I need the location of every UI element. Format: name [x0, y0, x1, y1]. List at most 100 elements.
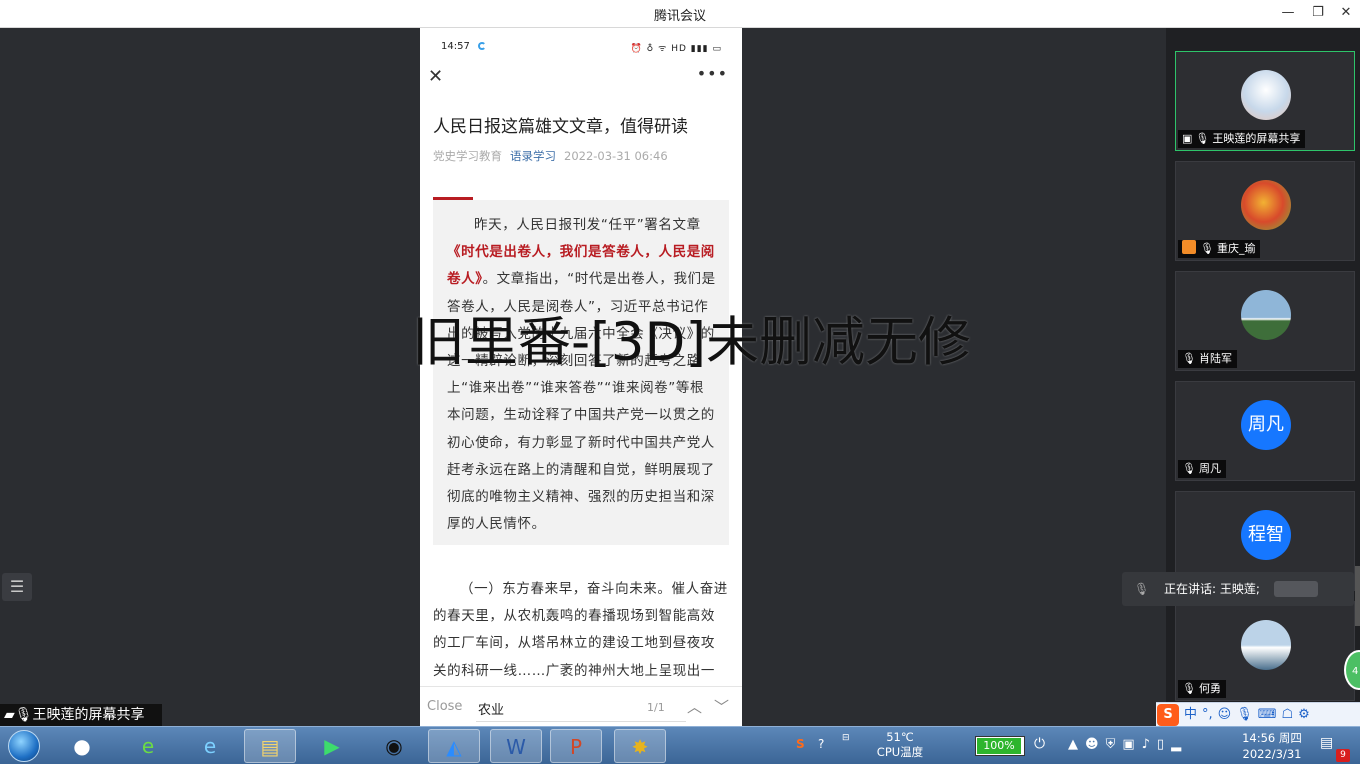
participant-tile[interactable]: 周凡 🎙 周凡	[1175, 381, 1355, 481]
participant-avatar	[1241, 290, 1291, 340]
notification-badge: 9	[1336, 749, 1350, 762]
ime-keyboard-icon[interactable]: ⌨	[1258, 707, 1277, 722]
sogou-tray-icon[interactable]: S	[796, 737, 805, 751]
participant-tile[interactable]: 🎙 肖陆军	[1175, 271, 1355, 371]
article-meta: 党史学习教育 语录学习 2022-03-31 06:46	[433, 148, 668, 164]
screen-share-icon: ▣	[1182, 132, 1193, 145]
panel-scrollbar[interactable]	[1355, 566, 1360, 626]
mic-muted-icon: 🎙	[1182, 462, 1196, 475]
tencent-meeting-icon[interactable]: ◭	[428, 729, 480, 763]
participant-name: 🎙 周凡	[1178, 460, 1226, 478]
screen-share-label: ▰🎙王映莲的屏幕共享	[0, 704, 162, 726]
participant-panel: ▣ 🎙 王映莲的屏幕共享 🎙 重庆_瑜 🎙 肖陆军 周凡 🎙 周凡 程智 🎙 何勇	[1166, 28, 1360, 726]
battery-level: 100%	[977, 738, 1021, 754]
word-icon[interactable]: W	[490, 729, 542, 763]
article-close-icon[interactable]: ✕	[428, 66, 443, 87]
member-list-icon[interactable]: ☰	[2, 573, 32, 601]
find-count: 1/1	[647, 701, 665, 714]
ime-voice-icon[interactable]: 🎙	[1236, 707, 1253, 722]
speaking-mic-icon: 🎙	[1134, 582, 1150, 596]
speaking-avatar-blur	[1274, 581, 1318, 597]
powerpoint-icon[interactable]: P	[550, 729, 602, 763]
restore-icon[interactable]: ❐	[1308, 4, 1328, 22]
game-app-icon[interactable]: ✸	[614, 729, 666, 763]
participant-name: ▣ 🎙 王映莲的屏幕共享	[1178, 130, 1306, 148]
ie-browser-icon[interactable]: e	[184, 729, 236, 763]
quote-intro: 昨天，人民日报刊发“任平”署名文章	[474, 217, 701, 233]
minimize-icon[interactable]: —	[1278, 4, 1298, 22]
notification-icon[interactable]: ▤ 9	[1320, 735, 1350, 762]
help-tray-icon[interactable]: ?	[818, 737, 824, 751]
mic-icon: 🎙	[1200, 242, 1214, 255]
find-input[interactable]: 农业	[478, 699, 504, 718]
colorful-app-icon[interactable]: ●	[56, 729, 108, 763]
overlay-watermark-text: 旧里番-[3D]未删减无修	[412, 312, 972, 373]
article-title: 人民日报这篇雄文文章，值得研读	[433, 117, 688, 137]
power-plug-icon[interactable]: ⏻	[1034, 736, 1045, 752]
battery-widget[interactable]: 100%	[975, 736, 1025, 756]
participant-avatar: 周凡	[1241, 400, 1291, 450]
media-player-icon[interactable]: ▶	[306, 729, 358, 763]
find-next-icon[interactable]: ﹀	[714, 696, 729, 717]
share-mic-icon: ▰🎙	[4, 707, 33, 723]
participant-name: 🎙 重庆_瑜	[1178, 240, 1261, 258]
participant-avatar	[1241, 620, 1291, 670]
tray-user-icon[interactable]: ☻	[1085, 737, 1106, 752]
shared-phone-screen: 14:57 ⏰ ♁ ᯤ HD ▮▮▮ ▭ ✕ ••• 人民日报这篇雄文文章，值得…	[420, 28, 742, 726]
mic-muted-icon: 🎙	[1182, 352, 1196, 365]
cpu-temp-value: 51℃	[886, 730, 914, 744]
window-titlebar: 腾讯会议 — ❐ ✕	[0, 0, 1360, 28]
tray-volume-icon[interactable]: ♪	[1142, 737, 1157, 752]
close-icon[interactable]: ✕	[1336, 4, 1356, 22]
article-tag[interactable]: 语录学习	[510, 149, 556, 163]
cpu-temp-label: CPU温度	[876, 745, 924, 759]
find-input-underline	[476, 721, 686, 722]
window-title: 腾讯会议	[653, 9, 706, 24]
clock-date: 2022/3/31	[1242, 747, 1302, 761]
tray-up-icon[interactable]: ▲	[1068, 737, 1085, 752]
file-explorer-icon[interactable]: ▤	[244, 729, 296, 763]
ime-logo-icon[interactable]: S	[1157, 704, 1179, 726]
ime-emoji-icon[interactable]: ☺	[1218, 707, 1232, 722]
phone-status-icons: ⏰ ♁ ᯤ HD ▮▮▮ ▭	[630, 44, 722, 54]
windows-orb-icon	[8, 730, 40, 762]
article-source[interactable]: 党史学习教育	[433, 149, 502, 163]
tray-signal-icon[interactable]: ▂	[1171, 737, 1188, 752]
participant-avatar: 程智	[1241, 510, 1291, 560]
speaking-indicator: 🎙 正在讲话: 王映莲;	[1122, 572, 1354, 606]
tray-icons: ▲☻⛨▣♪▯▂	[1068, 737, 1188, 752]
cpu-temp-widget[interactable]: 51℃ CPU温度	[870, 730, 930, 760]
mic-icon: 🎙	[1195, 132, 1210, 145]
ime-toolbar: S 中 °, ☺ 🎙 ⌨ ☖ ⚙	[1156, 702, 1360, 726]
tray-expand-icon[interactable]: ⊟	[842, 733, 850, 743]
find-prev-icon[interactable]: ︿	[687, 696, 702, 717]
participant-avatar	[1241, 70, 1291, 120]
ime-punct-toggle[interactable]: °,	[1202, 707, 1213, 722]
article-more-icon[interactable]: •••	[697, 64, 728, 83]
phone-loading-icon	[478, 42, 486, 50]
phone-status-time: 14:57	[441, 41, 470, 52]
participant-name: 🎙 何勇	[1178, 680, 1226, 698]
participant-avatar	[1241, 180, 1291, 230]
ime-settings-icon[interactable]: ⚙	[1298, 707, 1310, 722]
article-body-text: （一）东方春来早，奋斗向未来。催人奋进的春天里，从农机轰鸣的春播现场到智能高效的…	[433, 581, 728, 679]
tray-network-icon[interactable]: ▣	[1122, 737, 1141, 752]
article-date: 2022-03-31 06:46	[564, 149, 668, 163]
find-close-button[interactable]: Close	[427, 699, 462, 714]
participant-tile[interactable]: 🎙 重庆_瑜	[1175, 161, 1355, 261]
qq-penguin-icon[interactable]: ◉	[368, 729, 420, 763]
ime-lang-toggle[interactable]: 中	[1184, 707, 1197, 722]
phone-status-bar: 14:57 ⏰ ♁ ᯤ HD ▮▮▮ ▭	[420, 38, 742, 58]
participant-tile[interactable]: 🎙 何勇	[1175, 601, 1355, 701]
user-icon	[1182, 240, 1196, 254]
tray-shield-icon[interactable]: ⛨	[1106, 737, 1123, 752]
ime-skin-icon[interactable]: ☖	[1282, 707, 1294, 722]
mic-muted-icon: 🎙	[1182, 682, 1196, 695]
tray-device-icon[interactable]: ▯	[1157, 737, 1171, 752]
article-body: （一）东方春来早，奋斗向未来。催人奋进的春天里，从农机轰鸣的春播现场到智能高效的…	[433, 576, 729, 685]
share-label-text: 王映莲的屏幕共享	[32, 707, 145, 723]
taskbar-clock[interactable]: 14:56 周四 2022/3/31	[1232, 730, 1312, 762]
start-button[interactable]	[2, 727, 46, 764]
participant-tile[interactable]: ▣ 🎙 王映莲的屏幕共享	[1175, 51, 1355, 151]
green-browser-icon[interactable]: e	[122, 729, 174, 763]
